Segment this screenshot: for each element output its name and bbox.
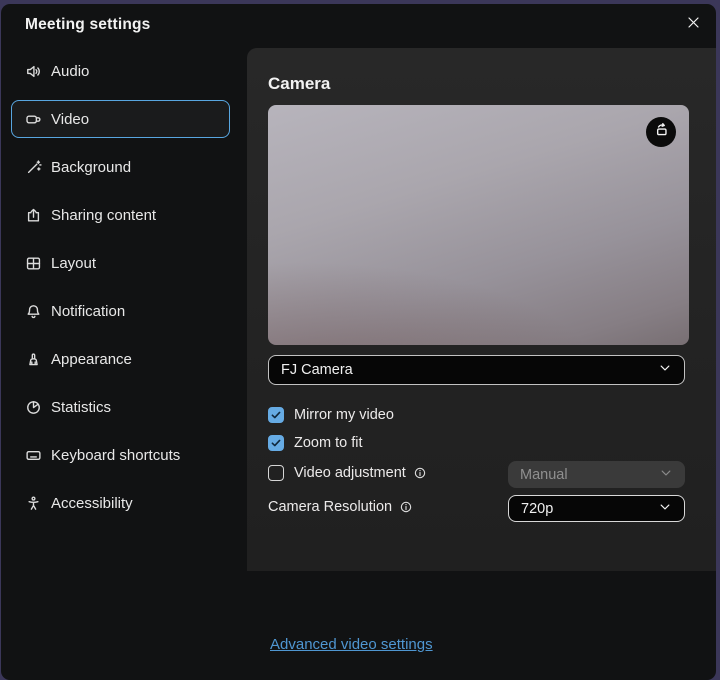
sidebar-item-label: Accessibility	[51, 495, 133, 512]
bell-icon	[25, 303, 42, 320]
sidebar-item-notification[interactable]: Notification	[11, 292, 230, 330]
sidebar-item-audio[interactable]: Audio	[11, 52, 230, 90]
close-button[interactable]	[680, 12, 706, 38]
camera-resolution-value: 720p	[521, 501, 553, 517]
sidebar-item-label: Audio	[51, 63, 89, 80]
camera-resolution-label: Camera Resolution	[268, 499, 392, 515]
rotate-camera-icon	[653, 121, 670, 143]
sidebar: Audio Video Background Sharing content L	[1, 48, 248, 680]
pie-chart-icon	[25, 399, 42, 416]
meeting-settings-dialog: Meeting settings Audio Video Background	[1, 4, 716, 680]
video-adjustment-mode-select: Manual	[508, 461, 685, 488]
camera-preview	[268, 105, 689, 345]
section-title: Camera	[268, 74, 330, 94]
sidebar-item-label: Keyboard shortcuts	[51, 447, 180, 464]
sidebar-item-label: Notification	[51, 303, 125, 320]
mirror-video-label: Mirror my video	[294, 407, 394, 423]
camera-select[interactable]: FJ Camera	[268, 355, 685, 385]
keyboard-icon	[25, 447, 42, 464]
magic-wand-icon	[25, 159, 42, 176]
video-adjustment-checkbox[interactable]	[268, 465, 284, 481]
sidebar-item-label: Video	[51, 111, 89, 128]
sidebar-item-statistics[interactable]: Statistics	[11, 388, 230, 426]
zoom-to-fit-checkbox[interactable]	[268, 435, 284, 451]
video-adjustment-info-icon[interactable]	[413, 466, 427, 480]
video-adjustment-row: Video adjustment	[268, 465, 427, 481]
chevron-down-icon	[658, 361, 672, 379]
sidebar-item-video[interactable]: Video	[11, 100, 230, 138]
sidebar-item-label: Appearance	[51, 351, 132, 368]
camera-resolution-select[interactable]: 720p	[508, 495, 685, 522]
titlebar: Meeting settings	[1, 4, 716, 48]
sidebar-item-keyboard-shortcuts[interactable]: Keyboard shortcuts	[11, 436, 230, 474]
video-adjustment-mode-value: Manual	[520, 467, 568, 483]
zoom-to-fit-row: Zoom to fit	[268, 435, 363, 451]
chevron-down-icon	[659, 466, 673, 484]
layout-grid-icon	[25, 255, 42, 272]
rotate-camera-button[interactable]	[646, 117, 676, 147]
mirror-video-row: Mirror my video	[268, 407, 394, 423]
dialog-title: Meeting settings	[25, 16, 151, 34]
sidebar-item-background[interactable]: Background	[11, 148, 230, 186]
camera-resolution-row: Camera Resolution	[268, 499, 413, 515]
video-settings-panel: Camera FJ Camera Mirror my video	[247, 48, 716, 571]
accessibility-person-icon	[25, 495, 42, 512]
sidebar-item-layout[interactable]: Layout	[11, 244, 230, 282]
chevron-down-icon	[658, 500, 672, 518]
zoom-to-fit-label: Zoom to fit	[294, 435, 363, 451]
sidebar-item-appearance[interactable]: Appearance	[11, 340, 230, 378]
sidebar-item-sharing-content[interactable]: Sharing content	[11, 196, 230, 234]
close-icon	[686, 15, 701, 35]
sidebar-item-label: Statistics	[51, 399, 111, 416]
mirror-video-checkbox[interactable]	[268, 407, 284, 423]
share-icon	[25, 207, 42, 224]
video-camera-icon	[25, 111, 42, 128]
speaker-icon	[25, 63, 42, 80]
sidebar-item-accessibility[interactable]: Accessibility	[11, 484, 230, 522]
paintbrush-icon	[25, 351, 42, 368]
camera-resolution-info-icon[interactable]	[399, 500, 413, 514]
sidebar-item-label: Sharing content	[51, 207, 156, 224]
advanced-video-settings-link[interactable]: Advanced video settings	[270, 636, 433, 653]
sidebar-item-label: Layout	[51, 255, 96, 272]
video-adjustment-label: Video adjustment	[294, 465, 406, 481]
camera-select-value: FJ Camera	[281, 362, 353, 378]
sidebar-item-label: Background	[51, 159, 131, 176]
